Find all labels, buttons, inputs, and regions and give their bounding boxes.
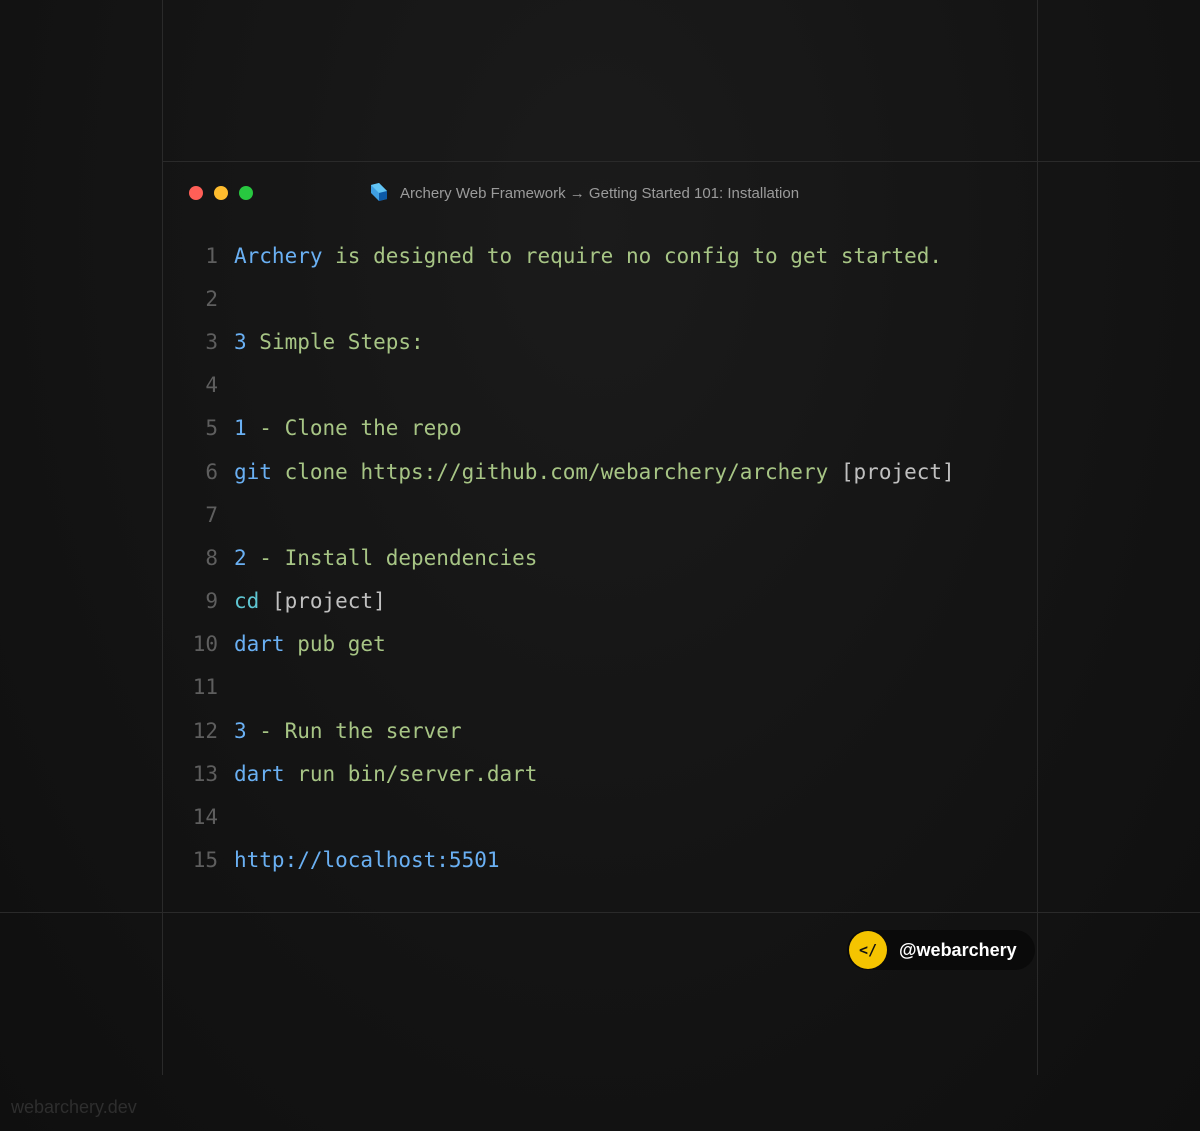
code-window: Archery Web Framework → Getting Started … (163, 162, 1037, 912)
line-number: 1 (205, 243, 218, 268)
line-number: 5 (205, 416, 218, 441)
code-token: 1 (234, 416, 247, 441)
code-line: 4 (163, 364, 1037, 407)
line-number: 6 (205, 459, 218, 484)
line-number: 15 (192, 848, 218, 873)
code-editor: 1 Archery is designed to require no confi… (163, 234, 1037, 882)
code-token: [project] (840, 459, 955, 484)
code-token: Archery (234, 243, 323, 268)
code-token: is designed to require no config to get … (322, 243, 943, 268)
line-number: 3 (205, 329, 218, 354)
code-token: dart (234, 632, 285, 657)
code-line: 33 Simple Steps: (163, 320, 1037, 363)
line-number: 9 (205, 589, 218, 614)
code-token: clone https://github.com/webarchery/arch… (271, 459, 841, 484)
line-content: http://localhost:5501 (234, 848, 500, 872)
line-number: 7 (205, 502, 218, 527)
code-token: 3 (234, 329, 247, 354)
dart-logo-icon (366, 181, 390, 205)
minimize-window-button[interactable] (214, 186, 228, 200)
line-number: 14 (192, 805, 218, 830)
line-content: git clone https://github.com/webarchery/… (234, 460, 955, 484)
line-content: dart run bin/server.dart (234, 762, 537, 786)
code-token: dart (234, 761, 285, 786)
code-brackets-icon: </ (849, 931, 887, 969)
site-watermark: webarchery.dev (11, 1097, 137, 1117)
line-content: 1 - Clone the repo (234, 416, 462, 440)
code-token: 3 (234, 718, 247, 743)
code-token: cd (234, 589, 260, 614)
code-token: run bin/server.dart (284, 761, 538, 786)
line-content: 2 - Install dependencies (234, 546, 537, 570)
line-content: Archery is designed to require no config… (234, 244, 942, 268)
code-token: 2 (234, 545, 247, 570)
line-number: 13 (192, 761, 218, 786)
line-number: 4 (205, 373, 218, 398)
code-token: [project] (259, 589, 386, 614)
line-content: dart pub get (234, 632, 386, 656)
line-number: 10 (192, 632, 218, 657)
line-content: 3 - Run the server (234, 719, 462, 743)
line-number: 11 (192, 675, 218, 700)
code-token: - Install dependencies (246, 545, 538, 570)
window-titlebar: Archery Web Framework → Getting Started … (163, 162, 1037, 224)
line-number: 12 (192, 718, 218, 743)
line-number: 2 (205, 286, 218, 311)
code-token: Simple Steps: (246, 329, 424, 354)
author-handle-badge[interactable]: </ @webarchery (847, 930, 1035, 970)
code-line: 9 cd [project] (163, 580, 1037, 623)
code-line: 13 dart run bin/server.dart (163, 752, 1037, 795)
maximize-window-button[interactable] (239, 186, 253, 200)
code-line: 2 (163, 277, 1037, 320)
code-line: 14 (163, 795, 1037, 838)
line-number: 8 (205, 545, 218, 570)
code-line: 6 git clone https://github.com/webarchery… (163, 450, 1037, 493)
code-line: 10 dart pub get (163, 623, 1037, 666)
code-line: 12 3 - Run the server (163, 709, 1037, 752)
code-line: 51 - Clone the repo (163, 407, 1037, 450)
code-token: git (234, 459, 272, 484)
author-handle: @webarchery (899, 939, 1017, 960)
window-title: Archery Web Framework → Getting Started … (400, 184, 800, 202)
code-line: 15 http://localhost:5501 (163, 839, 1037, 882)
code-token: - Clone the repo (246, 416, 462, 441)
code-line: 1 Archery is designed to require no confi… (163, 234, 1037, 277)
window-title-group: Archery Web Framework → Getting Started … (366, 181, 799, 205)
line-content: cd [project] (234, 589, 386, 613)
code-line: 7 (163, 493, 1037, 536)
close-window-button[interactable] (189, 186, 203, 200)
code-token: http://localhost:5501 (234, 848, 500, 873)
code-token: - Run the server (246, 718, 462, 743)
code-line: 11 (163, 666, 1037, 709)
line-content: 3 Simple Steps: (234, 330, 424, 354)
code-token: pub get (284, 632, 386, 657)
code-line: 82 - Install dependencies (163, 536, 1037, 579)
grid-line-bottom (0, 912, 1200, 913)
